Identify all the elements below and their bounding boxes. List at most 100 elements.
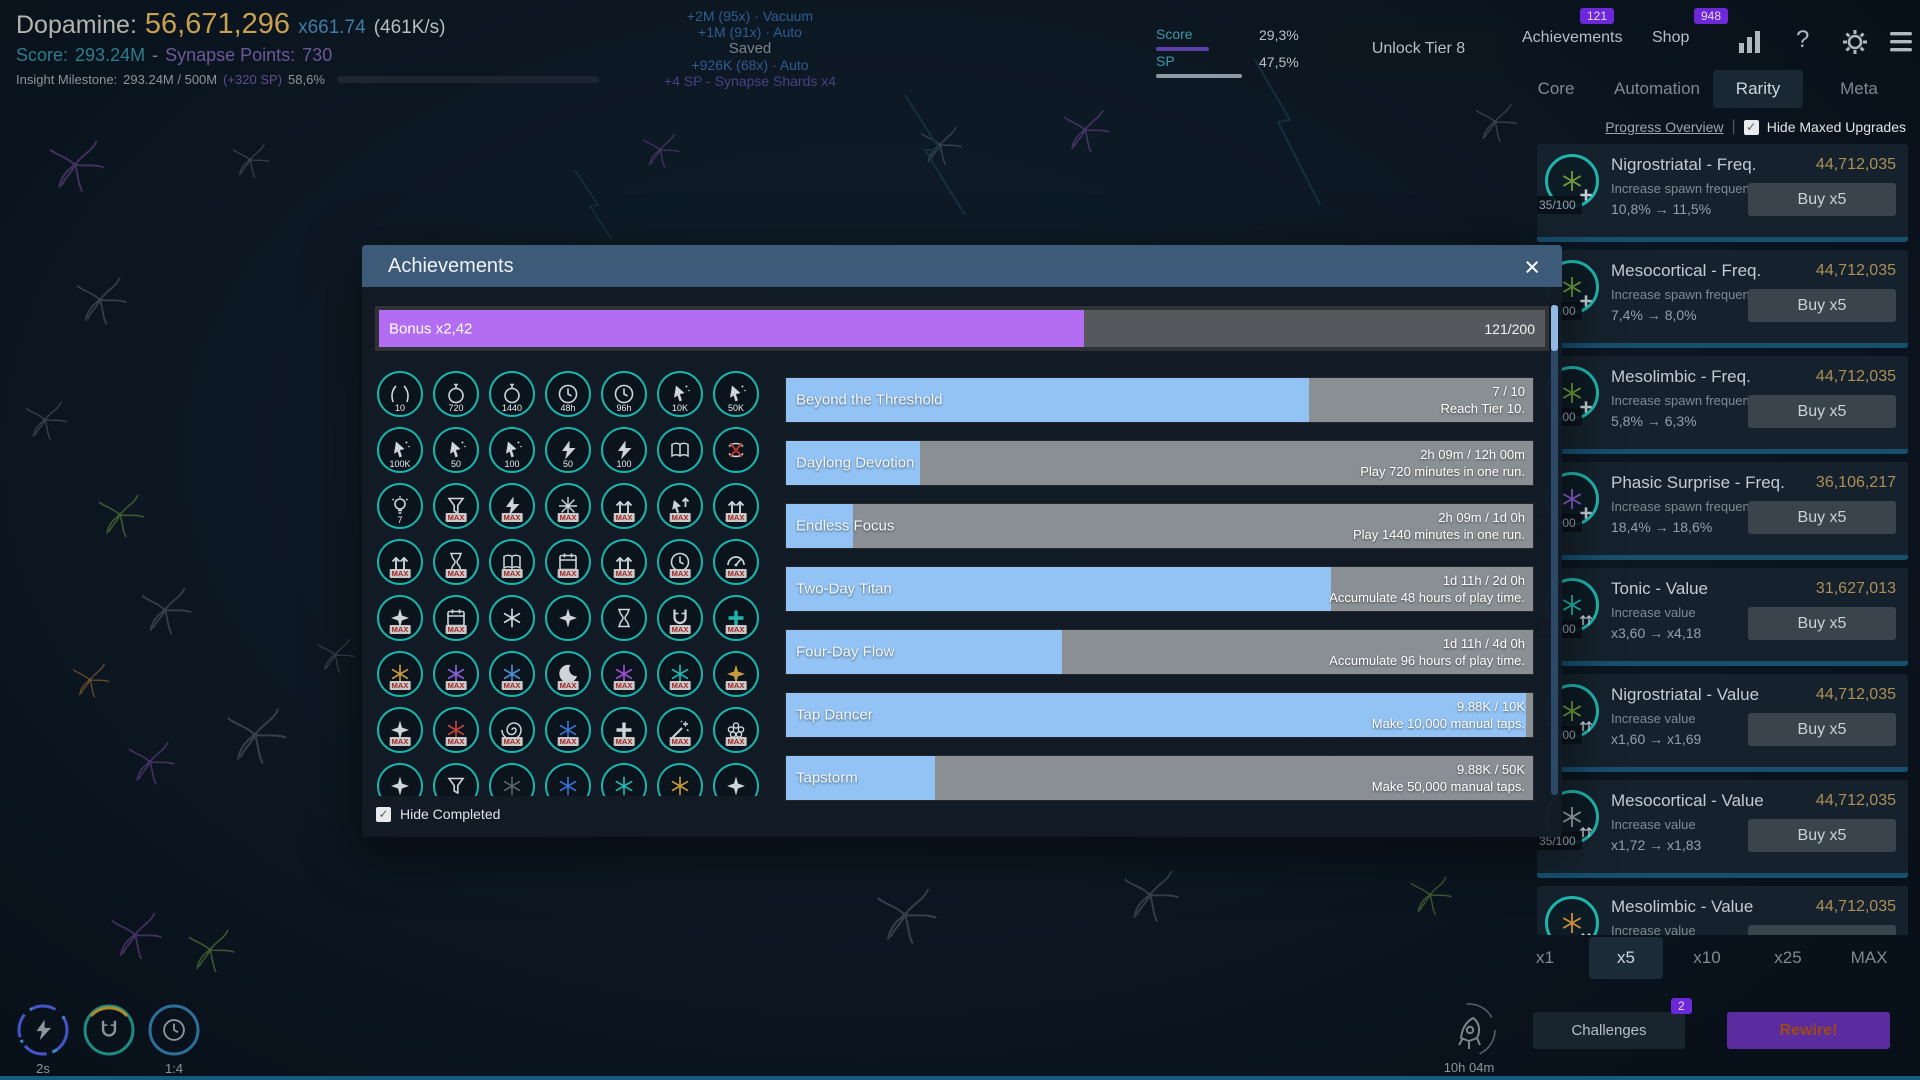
achievement-icon[interactable]: 50 — [433, 427, 479, 473]
achievement-value: 7 / 10 — [1440, 383, 1525, 400]
achievement-icon[interactable]: MAX — [433, 651, 479, 697]
achievement-icon[interactable]: MAX — [601, 539, 647, 585]
bolt-badge: 100 — [601, 427, 647, 473]
buy-button[interactable]: Buy x5 — [1748, 501, 1896, 534]
achievement-icon[interactable]: MAX — [489, 707, 535, 753]
achievement-icon[interactable]: 50 — [545, 427, 591, 473]
buy-button[interactable]: Buy x5 — [1748, 395, 1896, 428]
achievement-icon[interactable]: 48h — [545, 371, 591, 417]
achievement-icon[interactable]: MAX — [433, 595, 479, 641]
tab-rarity[interactable]: Rarity — [1713, 70, 1803, 108]
burst-badge — [657, 763, 703, 796]
ability-time-button[interactable] — [147, 1003, 201, 1057]
menu-icon[interactable] — [1888, 30, 1914, 54]
achievement-icon[interactable]: 96h — [601, 371, 647, 417]
tab-automation[interactable]: Automation — [1612, 70, 1702, 108]
tab-meta[interactable]: Meta — [1814, 70, 1904, 108]
achievement-icon[interactable]: MAX — [657, 595, 703, 641]
achievement-icon[interactable] — [601, 763, 647, 796]
modal-scrollbar-thumb[interactable] — [1551, 305, 1558, 351]
achievement-icon[interactable]: 7 — [377, 483, 423, 529]
boost-rocket-icon[interactable] — [1437, 998, 1501, 1062]
achievement-icon[interactable]: 720 — [433, 371, 479, 417]
achievement-icon[interactable]: MAX — [489, 539, 535, 585]
help-icon[interactable]: ? — [1796, 26, 1809, 54]
modal-scrollbar[interactable] — [1551, 305, 1558, 795]
achievement-icon[interactable]: MAX — [657, 539, 703, 585]
achievement-icon[interactable]: MAX — [601, 483, 647, 529]
achievement-icon[interactable]: MAX — [377, 595, 423, 641]
tab-core[interactable]: Core — [1511, 70, 1601, 108]
multiplier-x10[interactable]: x10 — [1670, 937, 1744, 979]
upgrade-cost: 31,627,013 — [1816, 580, 1896, 598]
achievement-icon[interactable]: MAX — [657, 651, 703, 697]
multiplier-x5[interactable]: x5 — [1589, 937, 1663, 979]
shop-button[interactable]: Shop — [1646, 28, 1695, 48]
achievement-icon[interactable]: MAX — [433, 707, 479, 753]
buy-button[interactable]: Buy x5 — [1748, 183, 1896, 216]
achievement-icon[interactable]: MAX — [545, 707, 591, 753]
achievement-icon[interactable]: MAX — [377, 651, 423, 697]
achievement-icon[interactable]: 100 — [489, 427, 535, 473]
upgrade-cost: 44,712,035 — [1816, 368, 1896, 386]
achievement-value: 9.88K / 50K — [1372, 761, 1525, 778]
multiplier-max[interactable]: MAX — [1832, 937, 1906, 979]
achievement-icon[interactable] — [545, 595, 591, 641]
achievement-icon[interactable]: MAX — [713, 707, 759, 753]
achievement-icon[interactable]: MAX — [545, 483, 591, 529]
achievement-icon[interactable]: 100 — [601, 427, 647, 473]
achievement-icon[interactable]: MAX — [657, 707, 703, 753]
achievement-icon[interactable] — [713, 427, 759, 473]
achievement-icon[interactable]: MAX — [433, 483, 479, 529]
achievement-icon[interactable] — [433, 763, 479, 796]
achievement-icon[interactable]: MAX — [601, 651, 647, 697]
ability-burst-button[interactable] — [16, 1003, 70, 1057]
achievement-icon[interactable]: MAX — [657, 483, 703, 529]
close-icon[interactable]: × — [1518, 249, 1546, 285]
settings-gear-icon[interactable] — [1840, 27, 1870, 57]
challenges-button[interactable]: Challenges — [1533, 1012, 1685, 1049]
achievement-icon[interactable] — [377, 763, 423, 796]
achievement-icon[interactable]: 1440 — [489, 371, 535, 417]
achievement-icon[interactable]: MAX — [545, 539, 591, 585]
multiplier-x1[interactable]: x1 — [1508, 937, 1582, 979]
achievement-icon[interactable] — [601, 595, 647, 641]
buy-button[interactable]: Buy x5 — [1748, 289, 1896, 322]
buy-button[interactable]: Buy x5 — [1748, 819, 1896, 852]
achievement-icon[interactable]: MAX — [601, 707, 647, 753]
achievement-icon[interactable]: MAX — [489, 483, 535, 529]
progress-overview-link[interactable]: Progress Overview — [1605, 119, 1723, 135]
achievement-icon[interactable]: 100K — [377, 427, 423, 473]
achievement-icon[interactable]: MAX — [545, 651, 591, 697]
hide-maxed-checkbox[interactable]: ✓ — [1744, 120, 1759, 135]
upgrade-card: Nigrostriatal - Value44,712,035Increase … — [1537, 674, 1908, 772]
achievement-icon[interactable]: 10K — [657, 371, 703, 417]
achievement-icon[interactable]: MAX — [713, 539, 759, 585]
achievement-icon[interactable]: MAX — [713, 483, 759, 529]
rewire-button[interactable]: Rewire! — [1727, 1012, 1890, 1049]
buy-button[interactable]: Buy x5 — [1748, 713, 1896, 746]
multiplier-x25[interactable]: x25 — [1751, 937, 1825, 979]
achievement-icon[interactable]: MAX — [713, 651, 759, 697]
buy-button[interactable]: Buy x5 — [1748, 607, 1896, 640]
achievement-icon[interactable] — [713, 763, 759, 796]
achievement-icon[interactable]: 10 — [377, 371, 423, 417]
achievement-icon[interactable] — [489, 763, 535, 796]
achievement-icon[interactable]: MAX — [377, 539, 423, 585]
achievement-icon[interactable]: 50K — [713, 371, 759, 417]
unlock-tier-button[interactable]: Unlock Tier 8 — [1335, 28, 1502, 70]
achievement-icon[interactable] — [545, 763, 591, 796]
hide-completed-checkbox[interactable]: ✓ — [376, 807, 391, 822]
achievement-icon[interactable] — [657, 427, 703, 473]
buy-button[interactable]: Buy x5 — [1748, 925, 1896, 935]
achievement-icon[interactable]: MAX — [377, 707, 423, 753]
ability-magnet-button[interactable] — [82, 1003, 136, 1057]
achievement-icon[interactable] — [657, 763, 703, 796]
achievement-icon[interactable] — [489, 595, 535, 641]
achievement-icon[interactable]: MAX — [713, 595, 759, 641]
achievement-icon[interactable]: MAX — [433, 539, 479, 585]
achievements-button[interactable]: Achievements — [1516, 28, 1629, 48]
stats-icon[interactable] — [1736, 28, 1764, 56]
achievement-icon[interactable]: MAX — [489, 651, 535, 697]
cursorup-badge: MAX — [657, 483, 703, 529]
